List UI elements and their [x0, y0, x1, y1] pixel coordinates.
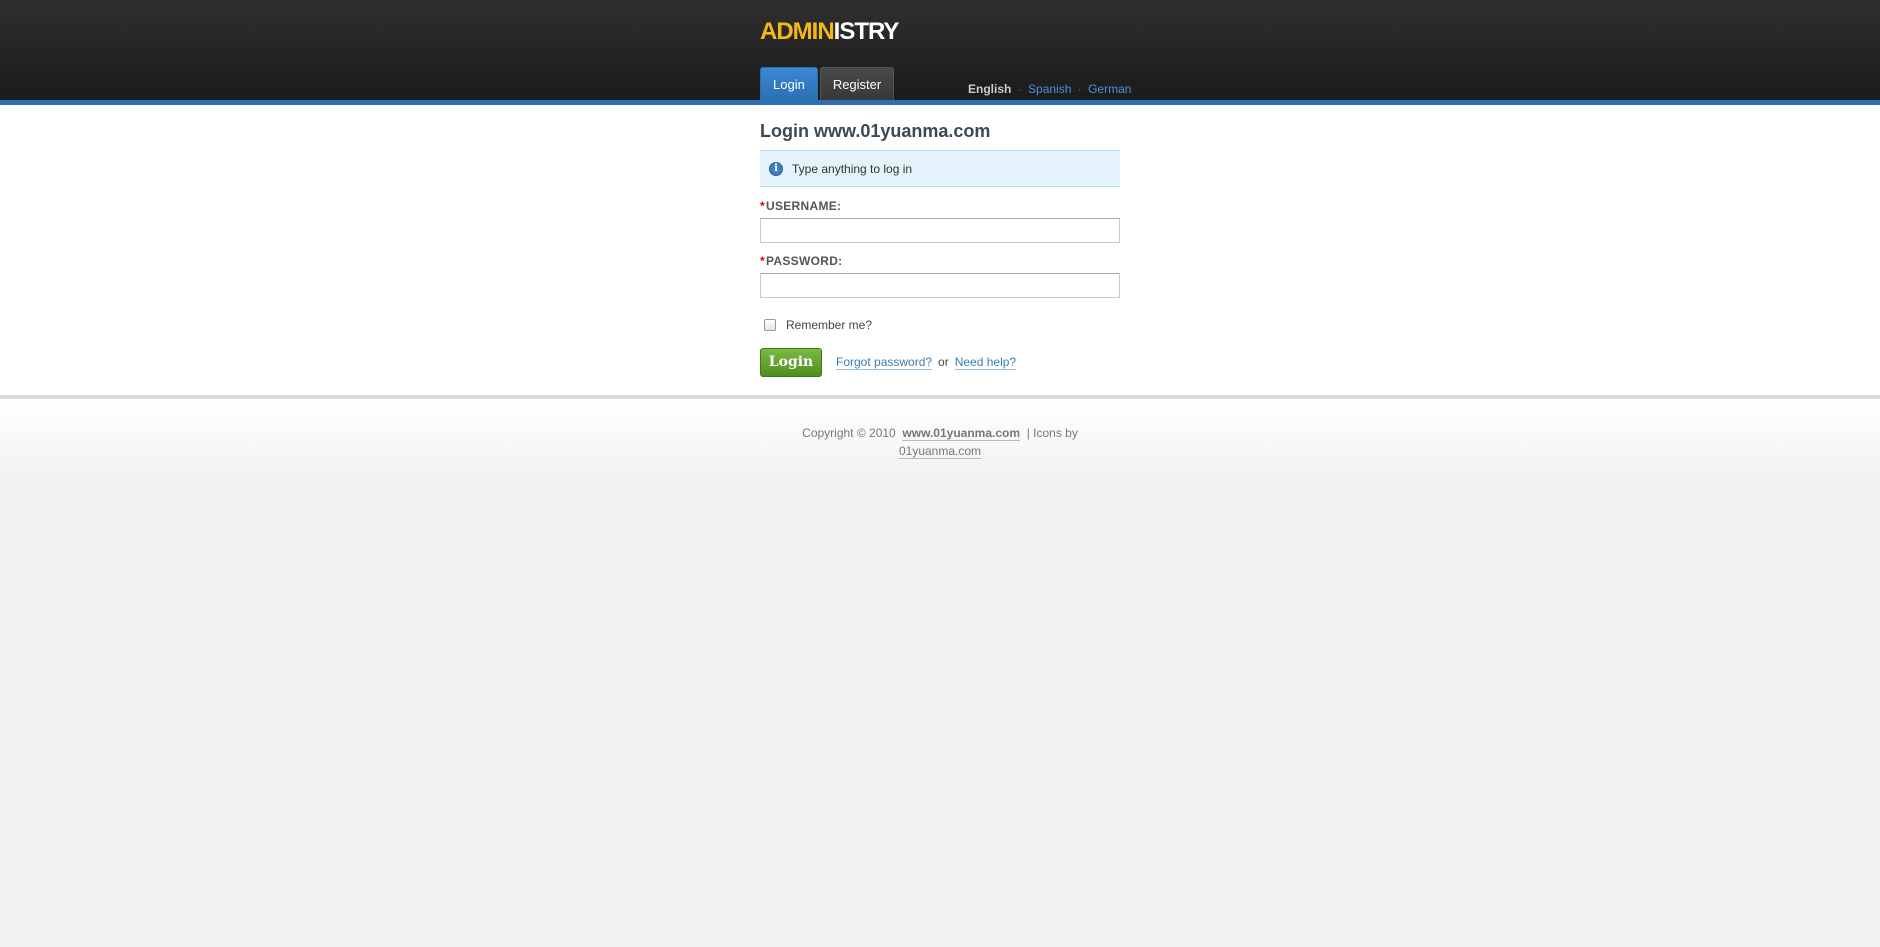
info-message-text: Type anything to log in — [792, 161, 913, 176]
logo-part-admin: ADMIN — [760, 18, 835, 45]
need-help-link[interactable]: Need help? — [954, 355, 1017, 370]
remember-me-checkbox[interactable] — [764, 319, 776, 331]
tab-register[interactable]: Register — [819, 67, 895, 100]
footer-text: Copyright © 2010 www.01yuanma.com | Icon… — [790, 424, 1090, 460]
forgot-password-link[interactable]: Forgot password? — [836, 355, 933, 370]
footer-icons-link[interactable]: 01yuanma.com — [898, 444, 982, 459]
language-current-english: English — [968, 82, 1012, 96]
nav-tabs: Login Register — [760, 67, 895, 100]
password-label-text: PASSWORD: — [765, 254, 843, 268]
language-link-spanish[interactable]: Spanish — [1028, 82, 1071, 96]
logo-part-istry: ISTRY — [833, 18, 900, 45]
tab-login[interactable]: Login — [760, 67, 818, 100]
username-label-text: USERNAME: — [765, 199, 842, 213]
help-links: Forgot password? or Need help? — [836, 355, 1017, 370]
password-label: *PASSWORD: — [760, 254, 842, 268]
icons-by-text: | Icons by — [1026, 426, 1078, 440]
username-input[interactable] — [760, 218, 1120, 243]
required-marker: * — [760, 199, 765, 213]
language-link-german[interactable]: German — [1088, 82, 1131, 96]
info-icon: i — [769, 161, 783, 176]
copyright-text: Copyright © 2010 — [802, 426, 896, 440]
remember-me-label[interactable]: Remember me? — [786, 318, 872, 332]
required-marker: * — [760, 254, 765, 268]
language-separator: · — [1017, 82, 1022, 96]
footer-site-link[interactable]: www.01yuanma.com — [902, 426, 1021, 441]
logo[interactable]: ADMINISTRY — [760, 18, 900, 46]
password-input[interactable] — [760, 273, 1120, 298]
info-message: i Type anything to log in — [760, 150, 1120, 187]
language-separator: · — [1077, 82, 1082, 96]
login-content: Login www.01yuanma.com i Type anything t… — [0, 105, 1880, 395]
footer: Copyright © 2010 www.01yuanma.com | Icon… — [0, 395, 1880, 485]
remember-me-row: Remember me? — [764, 318, 872, 332]
login-button[interactable]: Login — [760, 348, 822, 377]
page-title: Login www.01yuanma.com — [760, 121, 991, 141]
language-switcher: English · Spanish · German — [968, 82, 1131, 96]
or-text: or — [938, 355, 949, 369]
header: ADMINISTRY Login Register English · Span… — [0, 0, 1880, 100]
username-label: *USERNAME: — [760, 199, 841, 213]
